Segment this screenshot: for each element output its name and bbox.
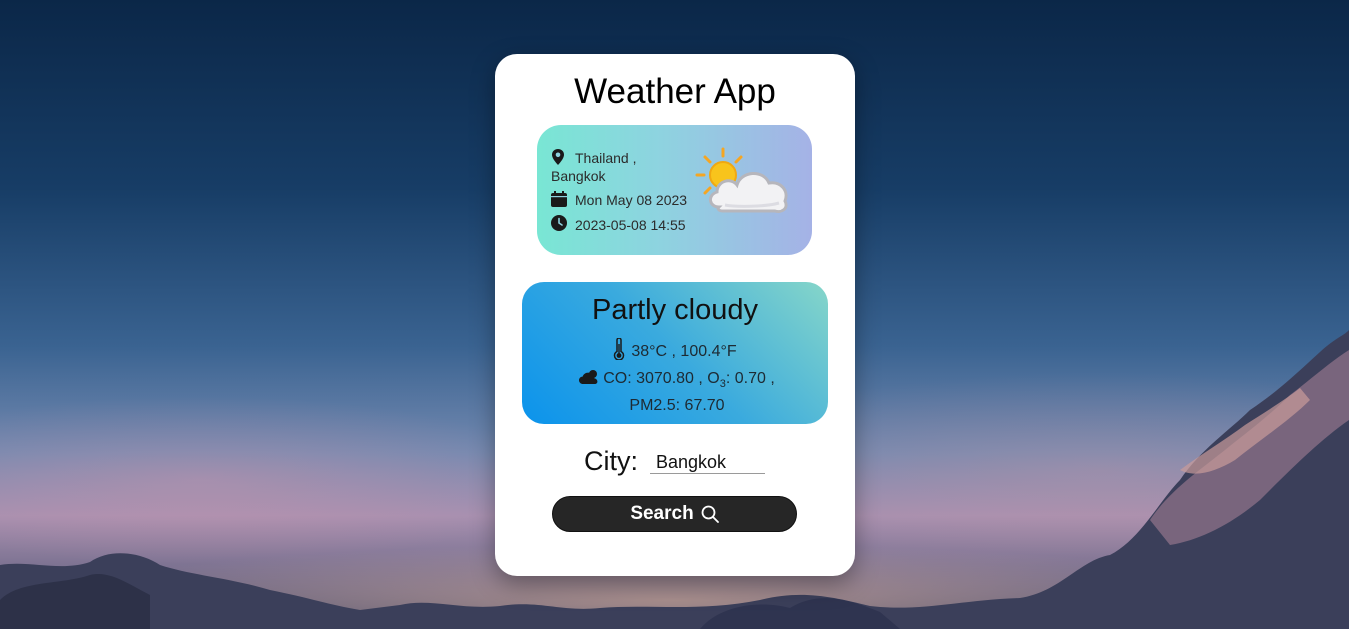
search-button[interactable]: Search	[552, 496, 797, 532]
city-text: Bangkok	[551, 168, 606, 184]
air-quality-line2: PM2.5: 67.70	[629, 397, 725, 415]
app-title: Weather App	[574, 72, 776, 111]
calendar-icon	[551, 191, 567, 207]
map-pin-icon	[552, 149, 564, 165]
location-info-panel: Thailand , Bangkok Mon May 08 2023 2023-…	[537, 125, 812, 255]
datetime-text: 2023-05-08 14:55	[575, 217, 686, 233]
weather-card: Weather App Thailand , Bangkok Mon May 0…	[495, 54, 855, 576]
partly-cloudy-icon	[695, 147, 788, 213]
search-button-label: Search	[630, 503, 694, 524]
thermometer-icon	[614, 337, 625, 361]
city-input[interactable]	[650, 452, 765, 474]
air-quality-line1-prefix: CO: 3070.80 , O	[603, 370, 720, 387]
search-icon	[701, 505, 719, 523]
condition-title: Partly cloudy	[591, 294, 758, 326]
clock-icon	[551, 215, 567, 231]
city-label: City:	[584, 446, 638, 476]
cloud-sun-icon	[579, 370, 598, 384]
country-text: Thailand ,	[575, 150, 637, 166]
temperature-text: 38°C , 100.4°F	[631, 343, 737, 360]
air-quality-line1-suffix: : 0.70 ,	[725, 370, 775, 387]
temperature-row: 38°C , 100.4°F	[522, 337, 828, 361]
condition-panel: Partly cloudy 38°C , 100.4°F CO: 3070.80…	[522, 282, 828, 424]
air-quality-row: CO: 3070.80 , O3: 0.70 , PM2.5: 67.70	[562, 368, 792, 417]
date-text: Mon May 08 2023	[575, 192, 688, 208]
